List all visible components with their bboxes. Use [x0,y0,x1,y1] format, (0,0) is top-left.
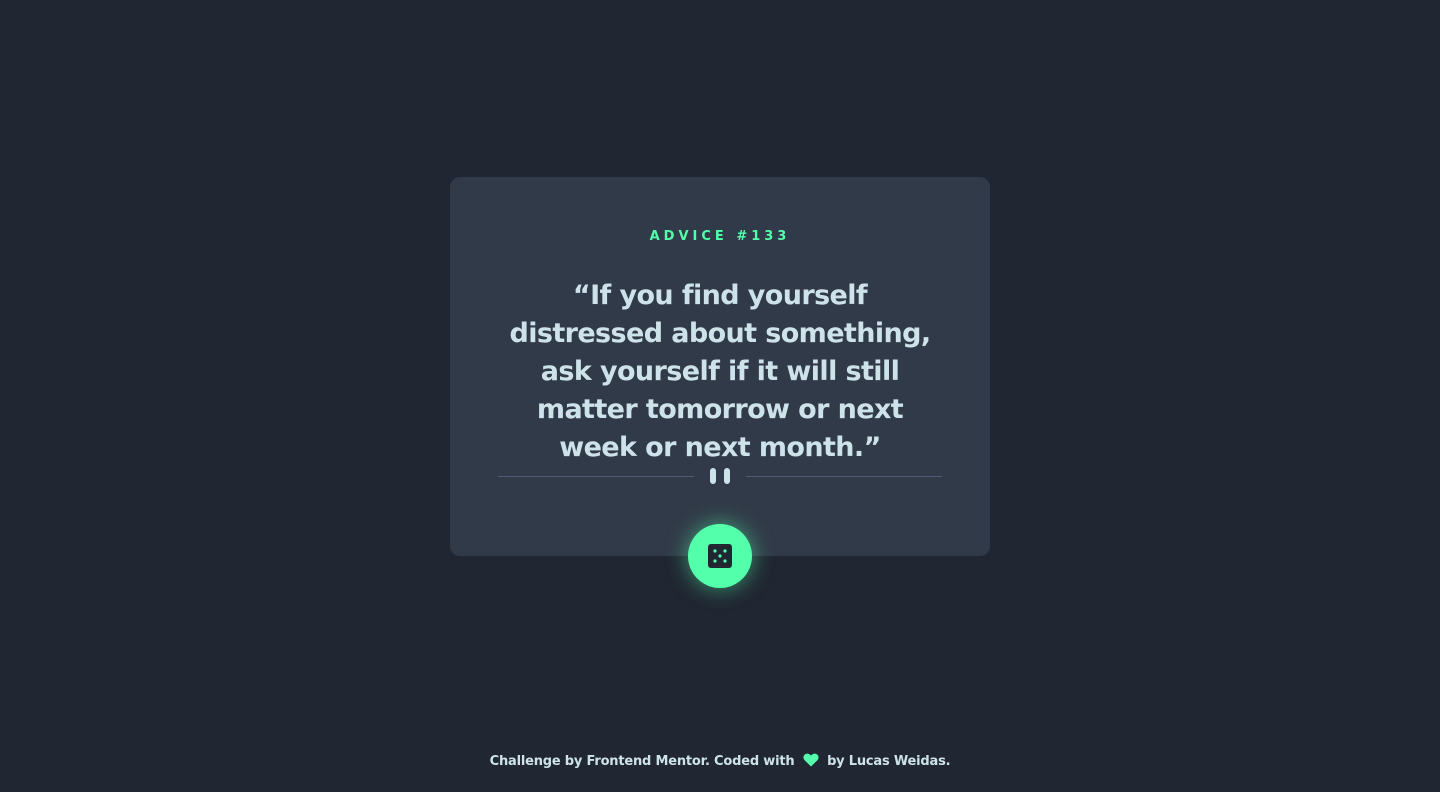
divider-line-right [746,476,942,477]
page: ADVICE #133 “If you find yourself distre… [0,0,1440,792]
heart-icon [803,753,819,767]
attribution-footer: Challenge by Frontend Mentor. Coded with… [0,753,1440,769]
advice-number: #133 [736,229,791,244]
dice-icon [708,544,732,568]
attribution-text-after: by Lucas Weidas. [827,754,951,769]
advice-label: ADVICE [649,229,728,244]
pause-icon [710,468,730,484]
advice-quote: “If you find yourself distressed about s… [509,280,931,463]
pattern-divider [498,467,942,485]
attribution-text-before: Challenge by Frontend Mentor. Coded with [489,754,795,769]
new-advice-button[interactable] [688,524,752,588]
advice-card: ADVICE #133 “If you find yourself distre… [450,177,990,556]
divider-line-left [498,476,694,477]
advice-id: ADVICE #133 [450,229,990,244]
